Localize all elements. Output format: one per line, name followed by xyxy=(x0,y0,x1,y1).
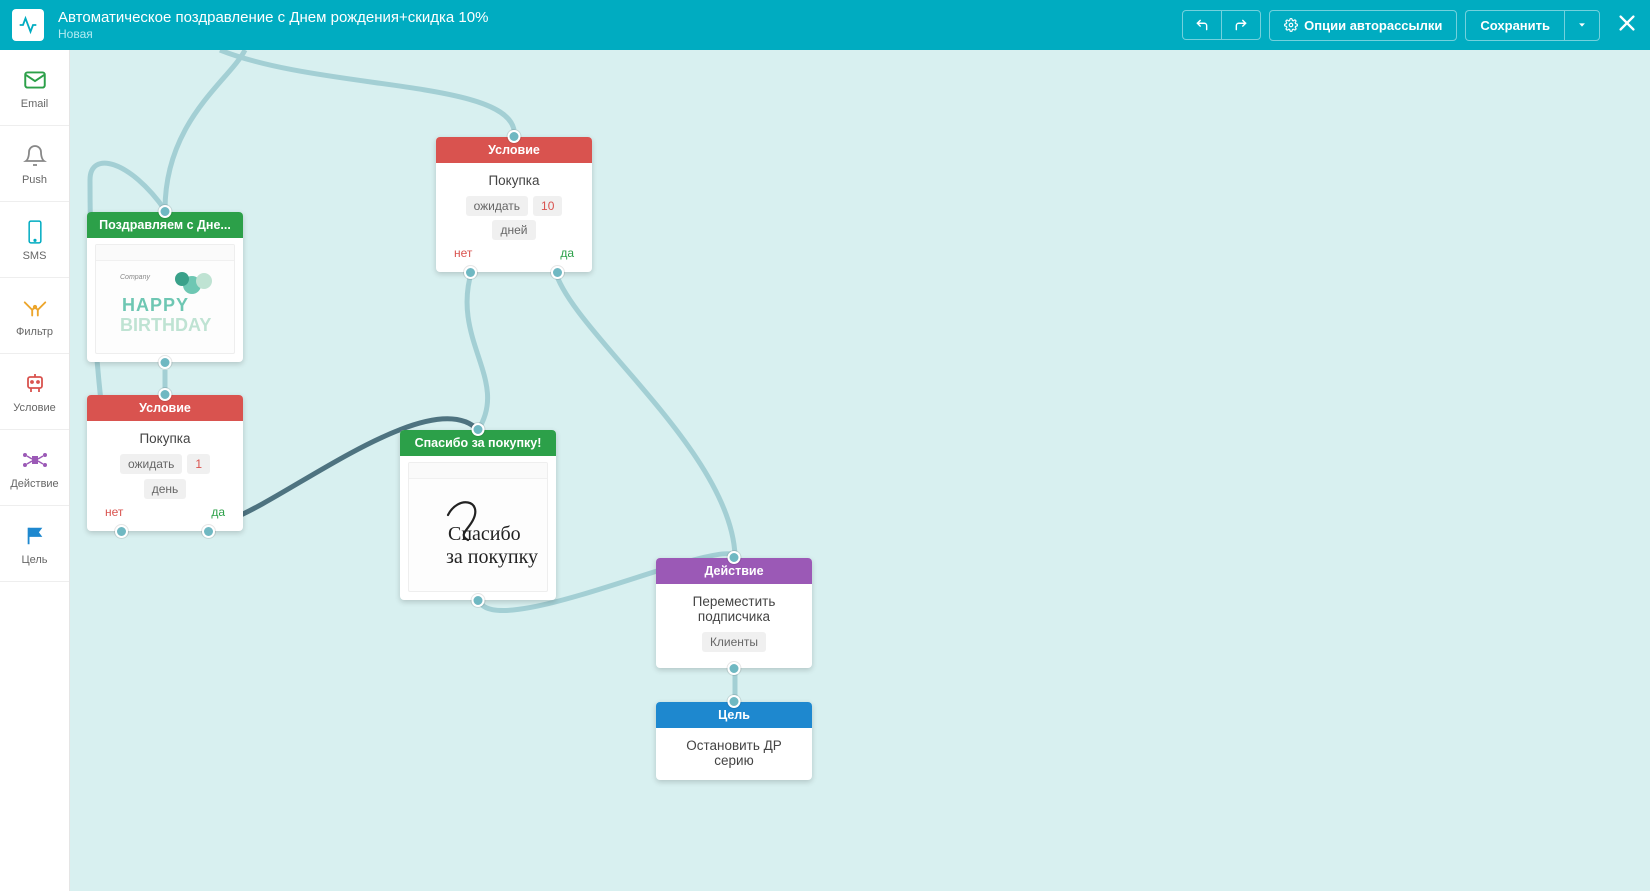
wait-unit: день xyxy=(144,479,187,499)
email-icon xyxy=(22,66,48,94)
flag-icon xyxy=(24,522,46,550)
svg-text:Company: Company xyxy=(120,274,150,281)
header: Автоматическое поздравление с Днем рожде… xyxy=(0,0,1650,50)
bell-icon xyxy=(23,142,47,170)
sidebar-label: SMS xyxy=(23,250,47,262)
port-yes[interactable] xyxy=(551,266,564,279)
save-dropdown-button[interactable] xyxy=(1564,10,1600,41)
port-in[interactable] xyxy=(728,551,741,564)
port-in[interactable] xyxy=(472,423,485,436)
sidebar-action[interactable]: Действие xyxy=(0,430,69,506)
title-area: Автоматическое поздравление с Днем рожде… xyxy=(58,9,1182,41)
gear-icon xyxy=(1284,18,1298,32)
port-in[interactable] xyxy=(159,388,172,401)
port-in[interactable] xyxy=(159,205,172,218)
action-icon xyxy=(21,446,49,474)
sidebar-label: Email xyxy=(21,98,49,110)
port-in[interactable] xyxy=(508,130,521,143)
action-line2: подписчика xyxy=(666,609,802,624)
close-button[interactable] xyxy=(1616,12,1638,39)
canvas[interactable]: Поздравляем с Дне... Company HAPPY BIRTH… xyxy=(70,50,1650,891)
sidebar: Email Push SMS Фильтр Условие Действие Ц… xyxy=(0,50,70,891)
chevron-down-icon xyxy=(1577,20,1587,30)
action-line1: Переместить xyxy=(666,594,802,609)
svg-text:HAPPY: HAPPY xyxy=(122,295,189,315)
port-out[interactable] xyxy=(472,594,485,607)
port-in[interactable] xyxy=(728,695,741,708)
save-button[interactable]: Сохранить xyxy=(1465,10,1564,41)
wait-label: ожидать xyxy=(466,196,528,216)
undo-icon xyxy=(1195,18,1209,32)
wait-amount: 1 xyxy=(187,454,210,474)
node-goal[interactable]: Цель Остановить ДР серию xyxy=(656,702,812,780)
sidebar-label: Условие xyxy=(13,402,56,414)
filter-icon xyxy=(21,294,49,322)
node-body: Переместить подписчика Клиенты xyxy=(656,584,812,668)
sidebar-condition[interactable]: Условие xyxy=(0,354,69,430)
redo-button[interactable] xyxy=(1221,10,1261,40)
port-out[interactable] xyxy=(728,662,741,675)
undo-redo-group xyxy=(1182,10,1261,40)
wait-label: ожидать xyxy=(120,454,182,474)
sidebar-label: Действие xyxy=(10,478,58,490)
node-email-thanks[interactable]: Спасибо за покупку! Спасибо за покупку xyxy=(400,430,556,600)
save-group: Сохранить xyxy=(1465,10,1600,41)
action-tag: Клиенты xyxy=(702,632,766,652)
node-body: Покупка ожидать 10 дней нет да xyxy=(436,163,592,272)
flow-status: Новая xyxy=(58,27,1182,41)
sidebar-label: Push xyxy=(22,174,47,186)
sidebar-filter[interactable]: Фильтр xyxy=(0,278,69,354)
close-icon xyxy=(1616,12,1638,34)
phone-icon xyxy=(25,218,45,246)
port-no[interactable] xyxy=(115,525,128,538)
flow-title: Автоматическое поздравление с Днем рожде… xyxy=(58,9,1182,27)
branch-no: нет xyxy=(454,246,472,260)
node-body: Остановить ДР серию xyxy=(656,728,812,780)
node-condition-2[interactable]: Условие Покупка ожидать 10 дней нет да xyxy=(436,137,592,272)
node-action[interactable]: Действие Переместить подписчика Клиенты xyxy=(656,558,812,668)
undo-button[interactable] xyxy=(1182,10,1221,40)
header-actions: Опции авторассылки Сохранить xyxy=(1182,10,1638,41)
email-thumbnail: Company HAPPY BIRTHDAY xyxy=(95,244,235,354)
redo-icon xyxy=(1234,18,1248,32)
svg-text:Спасибо: Спасибо xyxy=(448,523,521,545)
node-email-birthday[interactable]: Поздравляем с Дне... Company HAPPY BIRTH… xyxy=(87,212,243,362)
branch-yes: да xyxy=(211,505,225,519)
email-thumbnail: Спасибо за покупку xyxy=(408,462,548,592)
port-yes[interactable] xyxy=(202,525,215,538)
svg-text:BIRTHDAY: BIRTHDAY xyxy=(120,315,211,335)
app-logo xyxy=(12,9,44,41)
robot-icon xyxy=(22,370,48,398)
save-label: Сохранить xyxy=(1480,18,1550,33)
goal-line2: серию xyxy=(666,753,802,768)
node-condition-1[interactable]: Условие Покупка ожидать 1 день нет да xyxy=(87,395,243,531)
sidebar-email[interactable]: Email xyxy=(0,50,69,126)
sidebar-goal[interactable]: Цель xyxy=(0,506,69,582)
sidebar-label: Цель xyxy=(21,554,47,566)
sidebar-label: Фильтр xyxy=(16,326,53,338)
port-no[interactable] xyxy=(464,266,477,279)
edges-layer xyxy=(70,50,1650,891)
svg-text:за покупку: за покупку xyxy=(446,546,538,568)
sidebar-sms[interactable]: SMS xyxy=(0,202,69,278)
branch-no: нет xyxy=(105,505,123,519)
options-label: Опции авторассылки xyxy=(1304,18,1442,33)
options-button[interactable]: Опции авторассылки xyxy=(1269,10,1457,41)
condition-subject: Покупка xyxy=(97,431,233,446)
goal-line1: Остановить ДР xyxy=(666,738,802,753)
node-body: Покупка ожидать 1 день нет да xyxy=(87,421,243,531)
condition-subject: Покупка xyxy=(446,173,582,188)
wait-amount: 10 xyxy=(533,196,562,216)
port-out[interactable] xyxy=(159,356,172,369)
sidebar-push[interactable]: Push xyxy=(0,126,69,202)
wait-unit: дней xyxy=(492,220,535,240)
branch-yes: да xyxy=(560,246,574,260)
